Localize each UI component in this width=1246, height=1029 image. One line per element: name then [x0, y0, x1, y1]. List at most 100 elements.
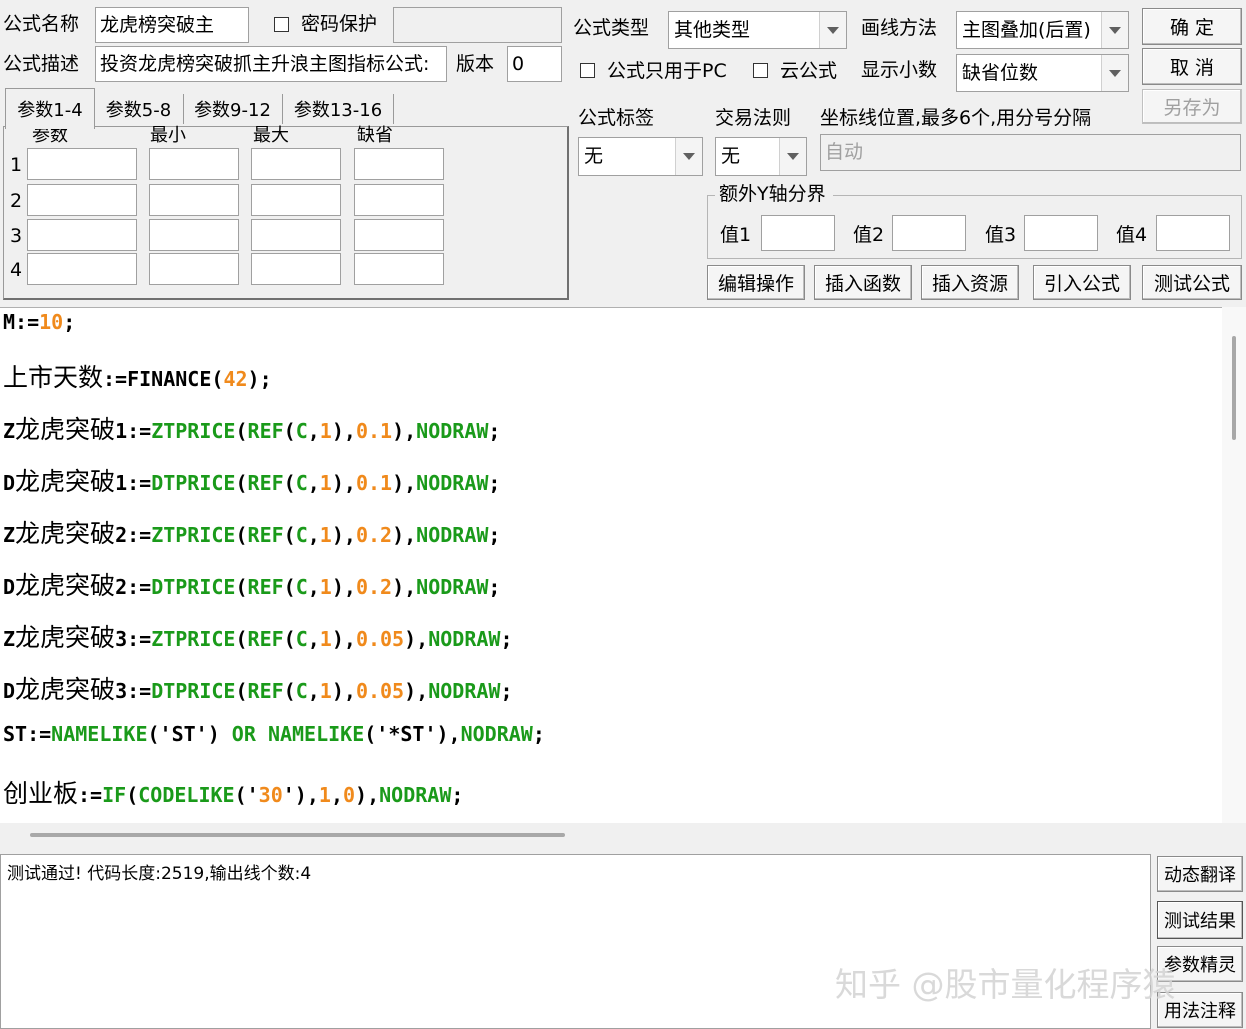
pc-only-label: 公式只用于PC: [607, 60, 727, 82]
desc-input[interactable]: 投资龙虎榜突破抓主升浪主图指标公式:: [95, 46, 447, 82]
chevron-down-icon[interactable]: [675, 138, 702, 175]
chevron-down-icon[interactable]: [1101, 55, 1128, 91]
param-default-input[interactable]: [354, 148, 444, 180]
decimal-label: 显示小数: [861, 59, 938, 81]
password-input[interactable]: [393, 7, 562, 43]
chevron-down-icon[interactable]: [819, 12, 846, 48]
y-value-2-input[interactable]: [892, 215, 966, 251]
y-value-label: 值4: [1116, 224, 1148, 246]
code-editor[interactable]: M:=10; 上市天数:=FINANCE(42); Z龙虎突破1:=ZTPRIC…: [0, 307, 1222, 824]
version-input[interactable]: 0: [507, 46, 562, 82]
insert-resource-button[interactable]: 插入资源: [921, 265, 1019, 300]
password-checkbox[interactable]: [274, 17, 289, 32]
param-min-input[interactable]: [149, 253, 239, 285]
tag-select[interactable]: 无: [578, 137, 703, 176]
code-line: M:=10;: [3, 310, 76, 334]
name-label: 公式名称: [3, 13, 80, 35]
param-header-default: 缺省: [357, 125, 393, 146]
param-header-max: 最大: [253, 125, 289, 146]
coord-label: 坐标线位置,最多6个,用分号分隔: [820, 107, 1092, 129]
param-name-input[interactable]: [27, 219, 137, 251]
param-default-input[interactable]: [354, 253, 444, 285]
y-value-1-input[interactable]: [761, 215, 835, 251]
y-value-3-input[interactable]: [1024, 215, 1098, 251]
tab-params-1-4[interactable]: 参数1-4: [5, 88, 95, 129]
draw-select[interactable]: 主图叠加(后置): [956, 11, 1129, 49]
code-line: 创业板:=IF(CODELIKE('30'),1,0),NODRAW;: [3, 779, 464, 808]
code-line: Z龙虎突破2:=ZTPRICE(REF(C,1),0.2),NODRAW;: [3, 519, 501, 548]
version-label: 版本: [456, 53, 495, 75]
pc-only-checkbox[interactable]: [580, 63, 595, 78]
trade-select[interactable]: 无: [715, 137, 807, 176]
type-value: 其他类型: [674, 19, 751, 41]
type-label: 公式类型: [573, 17, 650, 39]
cancel-button[interactable]: 取 消: [1142, 48, 1242, 85]
ok-button[interactable]: 确 定: [1142, 8, 1242, 45]
yaxis-group-top-border: [833, 195, 1242, 196]
param-row-number: 1: [10, 154, 23, 176]
param-max-input[interactable]: [251, 184, 341, 216]
code-line: Z龙虎突破1:=ZTPRICE(REF(C,1),0.1),NODRAW;: [3, 415, 501, 444]
param-default-input[interactable]: [354, 184, 444, 216]
y-value-label: 值2: [853, 224, 885, 246]
save-as-button[interactable]: 另存为: [1142, 89, 1242, 124]
vertical-scrollbar-thumb[interactable]: [1232, 336, 1236, 440]
y-value-label: 值3: [985, 224, 1017, 246]
cloud-checkbox[interactable]: [753, 63, 768, 78]
param-name-input[interactable]: [27, 184, 137, 216]
tab-divider: [183, 94, 184, 124]
param-row-number: 2: [10, 190, 23, 212]
decimal-value: 缺省位数: [962, 62, 1039, 84]
param-header-name: 参数: [32, 125, 68, 146]
param-header-min: 最小: [150, 125, 186, 146]
param-row-number: 3: [10, 225, 23, 247]
y-value-label: 值1: [720, 224, 752, 246]
param-name-input[interactable]: [27, 148, 137, 180]
param-max-input[interactable]: [251, 148, 341, 180]
cloud-label: 云公式: [780, 60, 838, 82]
chevron-down-icon[interactable]: [1101, 12, 1128, 48]
import-formula-button[interactable]: 引入公式: [1033, 265, 1131, 300]
draw-label: 画线方法: [861, 17, 938, 39]
trade-label: 交易法则: [715, 107, 792, 129]
y-value-4-input[interactable]: [1156, 215, 1230, 251]
yaxis-group-label: 额外Y轴分界: [719, 183, 826, 205]
code-line: D龙虎突破2:=DTPRICE(REF(C,1),0.2),NODRAW;: [3, 571, 501, 600]
coord-input[interactable]: 自动: [820, 134, 1241, 171]
test-result-button[interactable]: 测试结果: [1157, 901, 1243, 939]
dynamic-translate-button[interactable]: 动态翻译: [1157, 856, 1243, 892]
edit-button[interactable]: 编辑操作: [707, 265, 805, 300]
param-min-input[interactable]: [149, 219, 239, 251]
tab-params-13-16[interactable]: 参数13-16: [285, 92, 391, 126]
insert-function-button[interactable]: 插入函数: [814, 265, 912, 300]
decimal-select[interactable]: 缺省位数: [956, 54, 1129, 92]
chevron-down-icon[interactable]: [779, 138, 806, 175]
horizontal-scrollbar-thumb[interactable]: [30, 833, 565, 837]
param-max-input[interactable]: [251, 253, 341, 285]
tab-divider: [282, 94, 283, 124]
param-max-input[interactable]: [251, 219, 341, 251]
watermark: 知乎 @股市量化程序猿: [835, 965, 1176, 1004]
output-text: 测试通过! 代码长度:2519,输出线个数:4: [7, 864, 312, 884]
tag-label: 公式标签: [578, 107, 655, 129]
code-line: Z龙虎突破3:=ZTPRICE(REF(C,1),0.05),NODRAW;: [3, 623, 513, 652]
desc-label: 公式描述: [3, 53, 80, 75]
code-line: ST:=NAMELIKE('ST') OR NAMELIKE('*ST'),NO…: [3, 722, 545, 746]
type-select[interactable]: 其他类型: [668, 11, 847, 49]
password-label: 密码保护: [301, 13, 378, 35]
horizontal-scrollbar[interactable]: [0, 823, 1246, 851]
param-default-input[interactable]: [354, 219, 444, 251]
code-line: D龙虎突破3:=DTPRICE(REF(C,1),0.05),NODRAW;: [3, 675, 513, 704]
tab-params-9-12[interactable]: 参数9-12: [186, 92, 279, 126]
param-row-number: 4: [10, 259, 23, 281]
param-name-input[interactable]: [27, 253, 137, 285]
yaxis-group-top-border: [707, 195, 715, 196]
draw-value: 主图叠加(后置): [962, 19, 1091, 41]
tab-params-5-8[interactable]: 参数5-8: [96, 92, 181, 126]
trade-value: 无: [721, 145, 741, 167]
param-min-input[interactable]: [149, 184, 239, 216]
test-formula-button[interactable]: 测试公式: [1142, 265, 1242, 300]
name-input[interactable]: 龙虎榜突破主: [95, 7, 249, 43]
param-min-input[interactable]: [149, 148, 239, 180]
code-line: D龙虎突破1:=DTPRICE(REF(C,1),0.1),NODRAW;: [3, 467, 501, 496]
